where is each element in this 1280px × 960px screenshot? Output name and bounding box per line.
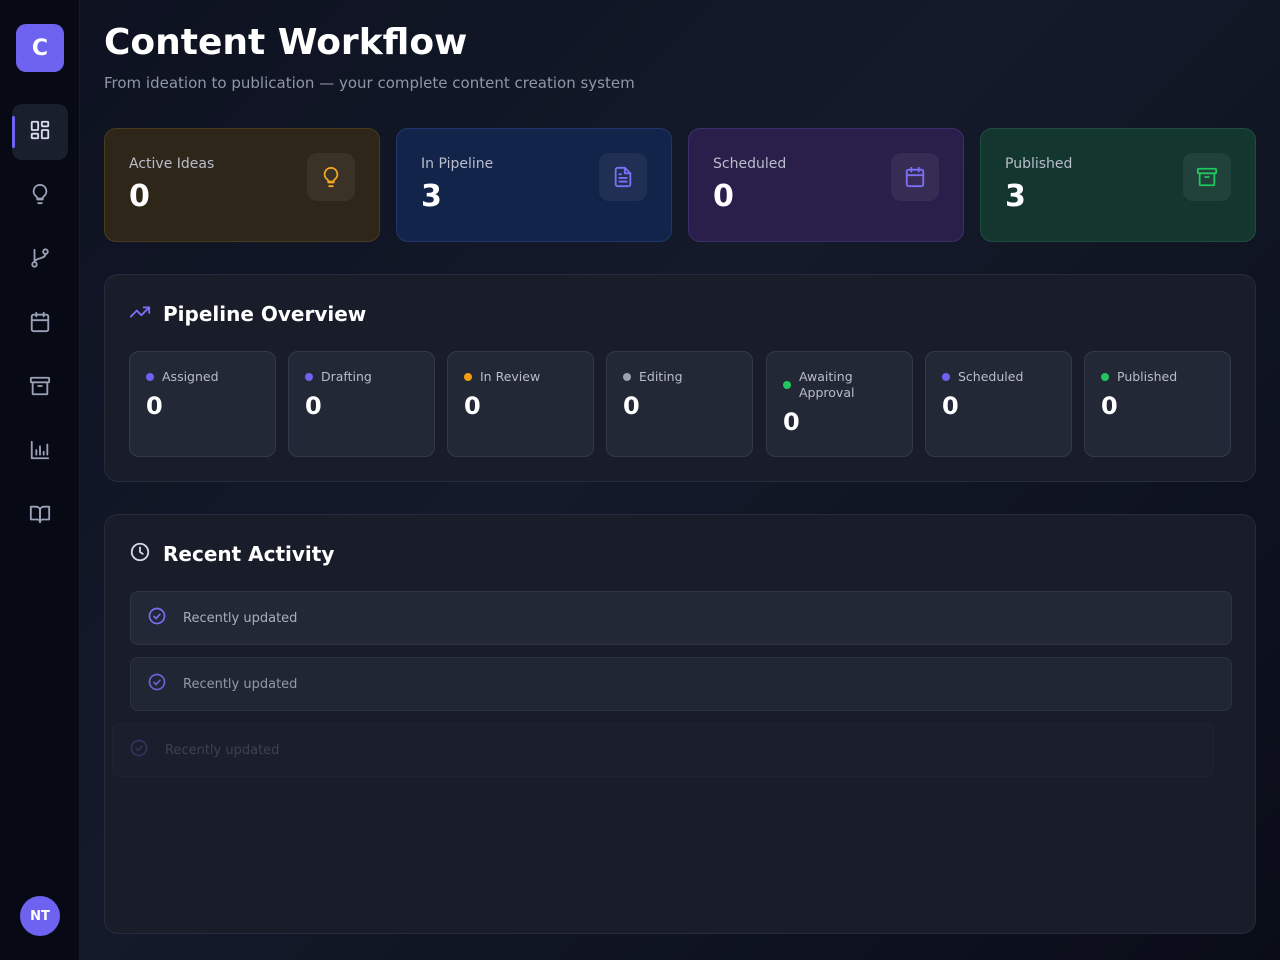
status-dot [464,373,472,381]
calendar-icon [891,153,939,201]
archive-icon [29,375,51,401]
check-circle-icon [147,606,167,630]
stage-label: Published [1117,369,1178,384]
clock-icon [129,541,151,567]
stat-card-scheduled[interactable]: Scheduled 0 [688,128,964,242]
stage-card-in-review[interactable]: In Review 0 [447,351,594,457]
stat-card-published[interactable]: Published 3 [980,128,1256,242]
activity-item[interactable]: Recently updated [130,591,1232,645]
calendar-icon [29,311,51,337]
status-dot [305,373,313,381]
activity-text: Recently updated [183,610,298,626]
sidebar: C NT [0,0,80,960]
stage-card-editing[interactable]: Editing 0 [606,351,753,457]
stage-label: In Review [480,369,541,384]
stage-value: 0 [942,392,959,420]
stage-label: Awaiting Approval [799,369,855,400]
sidebar-item-library[interactable] [12,488,68,544]
stage-label: Assigned [162,369,219,384]
stat-value: 3 [421,179,442,214]
stage-label: Editing [639,369,683,384]
stage-card-published[interactable]: Published 0 [1084,351,1231,457]
stage-card-awaiting-approval[interactable]: Awaiting Approval 0 [766,351,913,457]
sidebar-item-calendar[interactable] [12,296,68,352]
status-dot [942,373,950,381]
document-icon [599,153,647,201]
trending-up-icon [129,301,151,327]
stage-card-scheduled[interactable]: Scheduled 0 [925,351,1072,457]
stage-value: 0 [146,392,163,420]
panel-title: Recent Activity [163,542,335,566]
sidebar-item-ideas[interactable] [12,168,68,224]
sidebar-item-archive[interactable] [12,360,68,416]
recent-activity-panel: Recent Activity Recently updated Recentl… [104,514,1256,934]
stage-value: 0 [305,392,322,420]
stat-card-in-pipeline[interactable]: In Pipeline 3 [396,128,672,242]
stat-value: 0 [129,179,150,214]
stat-card-active-ideas[interactable]: Active Ideas 0 [104,128,380,242]
grid-icon [29,119,51,145]
stage-label: Drafting [321,369,372,384]
activity-item[interactable]: Recently updated [112,723,1214,777]
stage-card-assigned[interactable]: Assigned 0 [129,351,276,457]
archive-icon [1183,153,1231,201]
status-dot [783,381,791,389]
check-circle-icon [147,672,167,696]
stat-label: In Pipeline [421,156,494,172]
stage-value: 0 [783,408,800,436]
stat-label: Published [1005,156,1073,172]
page-subtitle: From ideation to publication — your comp… [104,74,635,92]
book-open-icon [29,503,51,529]
panel-title: Pipeline Overview [163,302,367,326]
sidebar-item-workflow[interactable] [12,232,68,288]
page-title: Content Workflow [104,22,468,63]
stage-card-drafting[interactable]: Drafting 0 [288,351,435,457]
status-dot [146,373,154,381]
lightbulb-icon [307,153,355,201]
sidebar-item-analytics[interactable] [12,424,68,480]
bar-chart-icon [29,439,51,465]
stage-label: Scheduled [958,369,1024,384]
activity-item[interactable]: Recently updated [130,657,1232,711]
app-logo[interactable]: C [16,24,64,72]
stat-label: Scheduled [713,156,787,172]
stat-value: 3 [1005,179,1026,214]
activity-text: Recently updated [165,742,280,758]
lightbulb-icon [29,183,51,209]
status-dot [1101,373,1109,381]
stage-value: 0 [464,392,481,420]
stat-label: Active Ideas [129,156,215,172]
pipeline-overview-panel: Pipeline Overview Assigned 0 Drafting 0 … [104,274,1256,482]
stage-value: 0 [1101,392,1118,420]
status-dot [623,373,631,381]
avatar[interactable]: NT [20,896,60,936]
activity-text: Recently updated [183,676,298,692]
check-circle-icon [129,738,149,762]
sidebar-item-dashboard[interactable] [12,104,68,160]
git-branch-icon [29,247,51,273]
stage-value: 0 [623,392,640,420]
stat-value: 0 [713,179,734,214]
